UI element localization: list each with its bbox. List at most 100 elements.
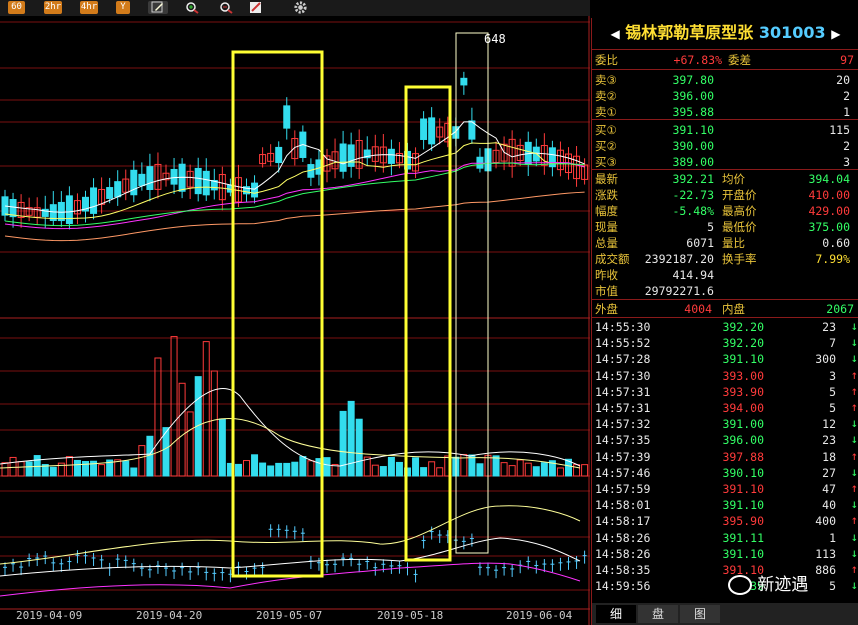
volume-bar xyxy=(355,418,363,477)
candle-body xyxy=(114,181,122,198)
volume-bar xyxy=(556,467,564,477)
volume-bar xyxy=(1,462,9,477)
arrow-up-icon: ↑ xyxy=(850,400,858,414)
tab-chart[interactable]: 图 xyxy=(680,605,720,623)
zoom-in-icon[interactable] xyxy=(183,1,201,14)
volume-bar xyxy=(395,461,403,477)
date-label: 2019-05-07 xyxy=(256,609,323,622)
zoom-out-icon[interactable] xyxy=(217,1,235,14)
candle-body xyxy=(194,167,202,195)
outer-inner-row: 外盘 4004 内盘 2067 xyxy=(595,302,854,316)
wechat-icon xyxy=(728,575,752,595)
volume-bar xyxy=(508,465,516,477)
quote-panel: ◀ 锡林郭勒草原型张 301003 ▶ 委比 +67.83% 委差 97 外盘 … xyxy=(591,18,858,625)
arrow-down-icon: ↓ xyxy=(850,545,858,560)
volume-bar xyxy=(323,457,331,477)
highlight-box xyxy=(231,50,324,578)
volume-bar xyxy=(540,462,548,477)
stock-name: 锡林郭勒草原型张 xyxy=(625,23,754,42)
volume-bar xyxy=(492,455,500,477)
peak-label: 648 xyxy=(484,32,506,46)
next-stock-icon[interactable]: ▶ xyxy=(831,27,840,41)
arrow-down-icon: ↓ xyxy=(850,432,858,447)
arrow-up-icon: ↑ xyxy=(850,513,858,528)
period-4hr-button[interactable]: 4hr xyxy=(80,1,98,14)
candle-body xyxy=(428,117,436,145)
pen-icon[interactable] xyxy=(247,1,265,14)
stat-row: 市值 29792271.6 xyxy=(595,284,714,298)
arrow-up-icon: ↑ xyxy=(850,383,858,398)
arrow-up-icon: ↑ xyxy=(850,367,858,382)
volume-bar xyxy=(428,461,436,477)
candle-body xyxy=(347,144,355,167)
candle-body xyxy=(476,156,484,169)
volume-bar xyxy=(371,464,379,477)
arrow-down-icon: ↓ xyxy=(850,351,858,366)
volume-bar xyxy=(476,463,484,477)
bid-row: 买① 391.10 115 xyxy=(595,123,850,137)
volume-bar xyxy=(267,465,275,477)
candle-body xyxy=(275,146,283,164)
volume-bar xyxy=(307,460,315,477)
arrow-down-icon: ↓ xyxy=(850,578,858,593)
arrow-down-icon: ↓ xyxy=(850,464,858,479)
stat-row: 幅度 -5.48% 最高价 429.00 xyxy=(595,204,850,218)
gear-icon[interactable] xyxy=(291,0,309,14)
period-2hr-button[interactable]: 2hr xyxy=(44,1,62,14)
volume-bar xyxy=(130,467,138,477)
volume-bar xyxy=(500,462,508,477)
tick-row: 14:57:28 391.10 300 xyxy=(595,352,836,367)
volume-bar xyxy=(138,445,146,477)
volume-bar xyxy=(420,467,428,477)
stat-row: 总量 6071 量比 0.60 xyxy=(595,236,850,250)
prev-stock-icon[interactable]: ◀ xyxy=(610,27,619,41)
volume-bar xyxy=(524,462,532,477)
candle-body xyxy=(251,182,259,198)
tick-row: 14:57:59 391.10 47 xyxy=(595,482,836,496)
arrow-down-icon: ↓ xyxy=(850,319,858,333)
candle-body xyxy=(90,187,98,214)
volume-bar xyxy=(17,461,25,477)
arrow-up-icon: ↑ xyxy=(850,481,858,495)
tick-row: 14:58:17 395.90 400 xyxy=(595,514,836,529)
volume-ma5 xyxy=(0,387,581,467)
edit-icon[interactable] xyxy=(148,1,168,14)
date-label: 2019-05-18 xyxy=(377,609,444,622)
volume-bar xyxy=(275,462,283,477)
tick-row: 14:57:35 396.00 23 xyxy=(595,433,836,448)
volume-bar xyxy=(436,467,444,477)
volume-bar xyxy=(251,454,259,477)
tick-row: 14:58:35 391.10 886 xyxy=(595,563,836,577)
toolbar: 60 2hr 4hr Y xyxy=(0,0,590,16)
volume-bar xyxy=(573,464,581,477)
period-year-button[interactable]: Y xyxy=(116,1,130,14)
kline-chart[interactable]: 648 xyxy=(0,16,590,625)
bid-row: 买② 390.00 2 xyxy=(595,139,850,153)
ask-row: 卖① 395.88 1 xyxy=(595,105,850,119)
stat-row: 最新 392.21 均价 394.04 xyxy=(595,172,850,186)
stock-code: 301003 xyxy=(758,23,826,42)
tick-row: 14:58:01 391.10 40 xyxy=(595,498,836,513)
candle-body xyxy=(420,118,428,140)
tick-row: 14:59:56 39 5 xyxy=(595,579,836,594)
bid-row: 买③ 389.00 3 xyxy=(595,155,850,169)
candle-body xyxy=(9,198,17,218)
tab-detail[interactable]: 细 xyxy=(596,605,636,623)
volume-bar xyxy=(210,370,218,477)
candle-body xyxy=(283,105,291,129)
ask-row: 卖② 396.00 2 xyxy=(595,89,850,103)
watermark: 新迹遇 xyxy=(728,570,808,595)
arrow-down-icon: ↓ xyxy=(850,335,858,350)
candle-body xyxy=(460,77,468,86)
tick-row: 14:58:26 391.11 1 xyxy=(595,530,836,545)
period-60-button[interactable]: 60 xyxy=(8,1,25,14)
tick-row: 14:57:46 390.10 27 xyxy=(595,465,836,480)
tab-orderbook[interactable]: 盘 xyxy=(638,605,678,623)
date-label: 2019-06-04 xyxy=(506,609,573,622)
candle-body xyxy=(146,166,154,191)
indicator-panel xyxy=(0,505,587,597)
tick-row: 14:57:31 393.90 5 xyxy=(595,384,836,399)
candle-body xyxy=(106,187,114,199)
volume-bar xyxy=(339,410,347,477)
indicator-mid xyxy=(0,537,581,577)
